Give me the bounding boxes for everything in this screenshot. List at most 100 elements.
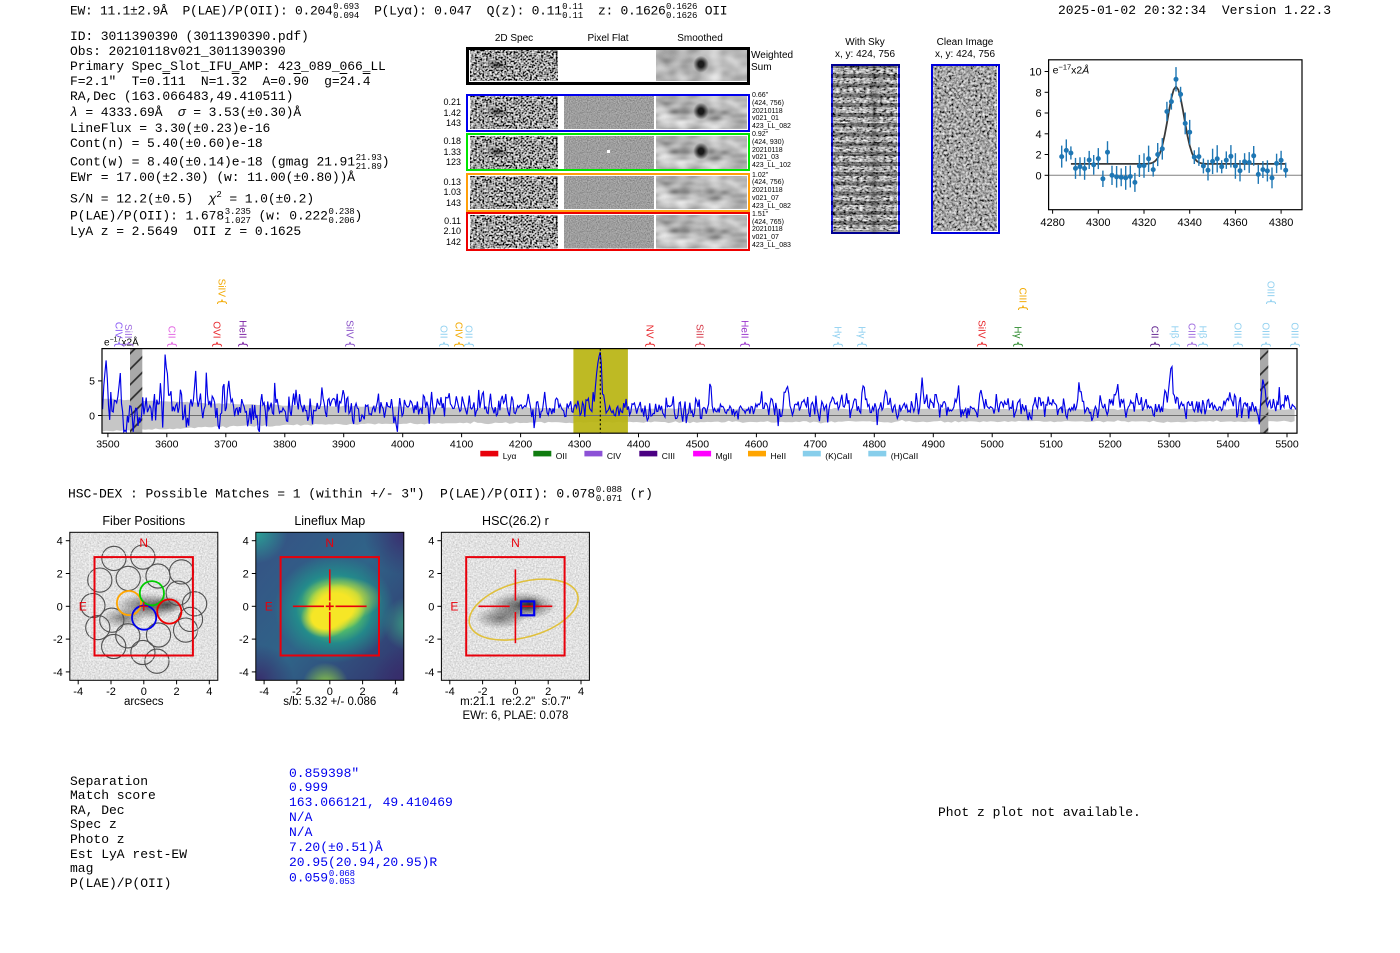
- svg-text:3600: 3600: [155, 439, 179, 451]
- svg-text:Lineflux Map: Lineflux Map: [294, 514, 365, 528]
- svg-text:4300: 4300: [568, 439, 592, 451]
- svg-text:Hγ: Hγ: [1012, 326, 1023, 338]
- svg-text:4360: 4360: [1223, 217, 1247, 229]
- svg-text:HeII: HeII: [771, 451, 787, 461]
- svg-text:EWr: 6, PLAE: 0.078: EWr: 6, PLAE: 0.078: [462, 710, 568, 722]
- svg-text:N: N: [511, 536, 520, 550]
- svg-text:HSC(26.2) r: HSC(26.2) r: [482, 514, 549, 528]
- svg-text:4600: 4600: [745, 439, 769, 451]
- svg-text:OIII: OIII: [1232, 322, 1243, 338]
- svg-text:-4: -4: [53, 667, 63, 679]
- svg-text:Hβ: Hβ: [1197, 326, 1208, 339]
- svg-text:SiII: SiII: [694, 324, 705, 338]
- svg-text:OII: OII: [438, 325, 449, 338]
- svg-text:5200: 5200: [1098, 439, 1122, 451]
- svg-text:0: 0: [243, 601, 249, 613]
- svg-text:5400: 5400: [1216, 439, 1240, 451]
- svg-text:HeII: HeII: [739, 320, 750, 338]
- svg-text:-4: -4: [445, 686, 455, 698]
- svg-text:s/b: 5.32 +/- 0.086: s/b: 5.32 +/- 0.086: [283, 696, 376, 708]
- svg-text:arcsecs: arcsecs: [124, 696, 164, 708]
- svg-text:2: 2: [1035, 150, 1041, 162]
- svg-text:4: 4: [243, 536, 249, 548]
- svg-text:SiII: SiII: [122, 324, 133, 338]
- svg-text:E: E: [450, 600, 458, 614]
- svg-text:0: 0: [57, 601, 63, 613]
- svg-text:CIV: CIV: [607, 451, 622, 461]
- svg-text:3500: 3500: [96, 439, 120, 451]
- svg-text:3800: 3800: [273, 439, 297, 451]
- svg-text:3900: 3900: [332, 439, 356, 451]
- svg-text:0: 0: [89, 410, 95, 422]
- svg-text:OIII: OIII: [1289, 322, 1300, 338]
- svg-text:Hγ: Hγ: [856, 326, 867, 338]
- svg-text:-4: -4: [259, 686, 269, 698]
- svg-text:0: 0: [428, 601, 434, 613]
- svg-text:OIII: OIII: [1260, 322, 1271, 338]
- svg-text:5100: 5100: [1040, 439, 1064, 451]
- svg-text:4: 4: [392, 686, 398, 698]
- svg-text:4280: 4280: [1040, 217, 1064, 229]
- svg-text:Lyα: Lyα: [503, 451, 517, 461]
- svg-text:Hβ: Hβ: [1169, 326, 1180, 339]
- svg-text:4000: 4000: [391, 439, 415, 451]
- svg-text:m:21.1 re:2.2" s:0.7": m:21.1 re:2.2" s:0.7": [460, 696, 570, 708]
- svg-text:4: 4: [1035, 129, 1041, 141]
- svg-text:4: 4: [57, 536, 63, 548]
- svg-text:4300: 4300: [1086, 217, 1110, 229]
- svg-text:4500: 4500: [686, 439, 710, 451]
- svg-text:4: 4: [206, 686, 212, 698]
- svg-text:-2: -2: [425, 634, 435, 646]
- svg-text:OII: OII: [556, 451, 567, 461]
- svg-text:4200: 4200: [509, 439, 533, 451]
- svg-text:CIII: CIII: [1017, 287, 1028, 303]
- svg-text:SiIV: SiIV: [976, 320, 987, 339]
- svg-text:CIV: CIV: [113, 322, 124, 339]
- svg-text:OII: OII: [463, 325, 474, 338]
- svg-text:CIII: CIII: [1186, 323, 1197, 339]
- svg-text:5: 5: [89, 376, 95, 388]
- svg-text:5500: 5500: [1275, 439, 1299, 451]
- svg-text:e−17x2Å: e−17x2Å: [1053, 62, 1090, 76]
- svg-text:5300: 5300: [1157, 439, 1181, 451]
- svg-text:0: 0: [1035, 170, 1041, 182]
- svg-text:E: E: [265, 600, 273, 614]
- svg-text:4700: 4700: [804, 439, 828, 451]
- svg-text:4800: 4800: [863, 439, 887, 451]
- svg-text:4400: 4400: [627, 439, 651, 451]
- svg-text:4900: 4900: [922, 439, 946, 451]
- svg-text:4: 4: [578, 686, 584, 698]
- svg-text:SiIV: SiIV: [344, 320, 355, 339]
- svg-text:-4: -4: [239, 667, 249, 679]
- svg-text:N: N: [139, 536, 148, 550]
- svg-text:(H)CaII: (H)CaII: [891, 451, 918, 461]
- svg-text:-4: -4: [425, 667, 435, 679]
- svg-text:10: 10: [1029, 67, 1041, 79]
- svg-text:CIII: CIII: [662, 451, 675, 461]
- svg-text:MgII: MgII: [716, 451, 733, 461]
- svg-text:4340: 4340: [1177, 217, 1201, 229]
- svg-text:E: E: [79, 600, 87, 614]
- svg-text:(K)CaII: (K)CaII: [825, 451, 852, 461]
- svg-text:2: 2: [57, 569, 63, 581]
- svg-text:8: 8: [1035, 87, 1041, 99]
- svg-text:-4: -4: [73, 686, 83, 698]
- svg-text:2: 2: [428, 569, 434, 581]
- svg-text:SiIV: SiIV: [216, 279, 227, 298]
- svg-text:4320: 4320: [1132, 217, 1156, 229]
- svg-text:6: 6: [1035, 108, 1041, 120]
- svg-text:OIII: OIII: [1265, 281, 1276, 297]
- svg-text:4380: 4380: [1269, 217, 1293, 229]
- svg-text:Fiber Positions: Fiber Positions: [102, 514, 185, 528]
- svg-text:2: 2: [174, 686, 180, 698]
- svg-text:Hγ: Hγ: [832, 326, 843, 338]
- svg-text:OVI: OVI: [211, 321, 222, 338]
- svg-text:CIV: CIV: [453, 322, 464, 339]
- svg-text:2: 2: [243, 569, 249, 581]
- svg-text:-2: -2: [53, 634, 63, 646]
- svg-text:CII: CII: [1149, 326, 1160, 339]
- svg-text:-2: -2: [239, 634, 249, 646]
- svg-text:N: N: [325, 536, 334, 550]
- svg-text:4100: 4100: [450, 439, 474, 451]
- svg-text:4: 4: [428, 536, 434, 548]
